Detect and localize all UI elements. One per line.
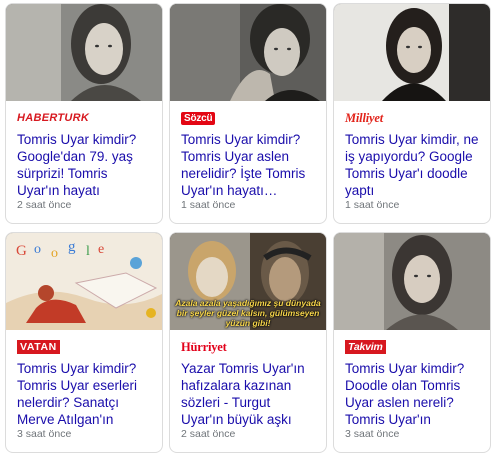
- timestamp: 3 saat önce: [17, 428, 72, 440]
- portrait-photo: [170, 4, 326, 101]
- svg-text:o: o: [51, 246, 58, 261]
- timestamp: 3 saat önce: [345, 428, 400, 440]
- portrait-photo: [6, 4, 162, 101]
- news-thumbnail[interactable]: [6, 4, 162, 101]
- news-card-milliyet[interactable]: Milliyet Tomris Uyar kimdir, ne iş yapıy…: [333, 3, 491, 224]
- timestamp: 2 saat önce: [17, 199, 72, 211]
- news-headline[interactable]: Yazar Tomris Uyar'ın hafızalara kazınan …: [181, 360, 316, 428]
- news-card-sozcu[interactable]: Sözcü Tomris Uyar kimdir? Tomris Uyar as…: [169, 3, 327, 224]
- source-logo: Sözcü: [181, 111, 316, 125]
- svg-text:e: e: [98, 242, 104, 257]
- source-name: Sözcü: [181, 111, 216, 125]
- portrait-photo: [334, 4, 490, 101]
- timestamp: 1 saat önce: [345, 199, 400, 211]
- source-name: HABERTURK: [17, 112, 90, 124]
- news-thumbnail[interactable]: [334, 233, 490, 330]
- source-logo: HABERTURK: [17, 111, 152, 125]
- news-card-vatan[interactable]: G o o g l e VATAN Tomris Uyar kimdir? To…: [5, 232, 163, 453]
- source-logo: Takvim: [345, 340, 480, 354]
- news-thumbnail[interactable]: [334, 4, 490, 101]
- news-thumbnail[interactable]: [170, 4, 326, 101]
- svg-text:l: l: [86, 244, 90, 259]
- source-name: Milliyet: [345, 110, 383, 125]
- news-carousel-grid: HABERTURK Tomris Uyar kimdir? Google'dan…: [0, 0, 500, 456]
- timestamp: 1 saat önce: [181, 199, 236, 211]
- news-card-haberturk[interactable]: HABERTURK Tomris Uyar kimdir? Google'dan…: [5, 3, 163, 224]
- news-headline[interactable]: Tomris Uyar kimdir? Doodle olan Tomris U…: [345, 360, 480, 428]
- source-name: Hürriyet: [181, 339, 227, 354]
- portrait-photo: [334, 233, 490, 330]
- news-thumbnail[interactable]: Azala azala yaşadığımız şu dünyada bir ş…: [170, 233, 326, 330]
- source-logo: Milliyet: [345, 111, 480, 125]
- news-headline[interactable]: Tomris Uyar kimdir? Google'dan 79. yaş s…: [17, 131, 152, 199]
- svg-text:G: G: [16, 243, 27, 259]
- image-caption: Azala azala yaşadığımız şu dünyada bir ş…: [175, 298, 321, 328]
- news-headline[interactable]: Tomris Uyar kimdir, ne iş yapıyordu? Goo…: [345, 131, 480, 199]
- news-headline[interactable]: Tomris Uyar kimdir? Tomris Uyar eserleri…: [17, 360, 152, 428]
- news-card-takvim[interactable]: Takvim Tomris Uyar kimdir? Doodle olan T…: [333, 232, 491, 453]
- svg-text:g: g: [68, 239, 76, 255]
- source-logo: VATAN: [17, 340, 152, 354]
- source-logo: Hürriyet: [181, 340, 316, 354]
- source-name: VATAN: [17, 340, 60, 354]
- news-card-hurriyet[interactable]: Azala azala yaşadığımız şu dünyada bir ş…: [169, 232, 327, 453]
- source-name: Takvim: [345, 340, 386, 354]
- news-headline[interactable]: Tomris Uyar kimdir? Tomris Uyar aslen ne…: [181, 131, 316, 199]
- timestamp: 2 saat önce: [181, 428, 236, 440]
- svg-text:o: o: [34, 242, 41, 257]
- doodle-illustration: G o o g l e: [6, 233, 162, 330]
- news-thumbnail[interactable]: G o o g l e: [6, 233, 162, 330]
